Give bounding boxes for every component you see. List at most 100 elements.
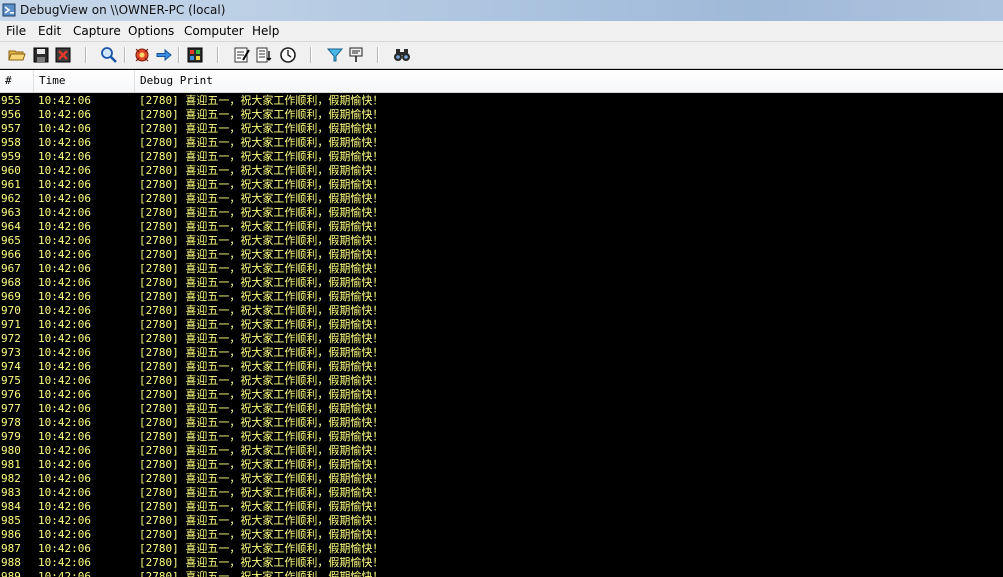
log-row-number: 972	[1, 332, 21, 345]
log-row[interactable]: 961 10:42:06 [2780] 喜迎五一，祝大家工作顺利，假期愉快！	[0, 178, 1003, 192]
log-row-message: [2780] 喜迎五一，祝大家工作顺利，假期愉快！	[139, 220, 384, 233]
toolbar-separator	[124, 47, 126, 63]
log-row[interactable]: 969 10:42:06 [2780] 喜迎五一，祝大家工作顺利，假期愉快！	[0, 290, 1003, 304]
log-row-message: [2780] 喜迎五一，祝大家工作顺利，假期愉快！	[139, 472, 384, 485]
clock-button[interactable]	[185, 45, 205, 65]
menu-file[interactable]: File	[5, 23, 27, 39]
log-row-message: [2780] 喜迎五一，祝大家工作顺利，假期愉快！	[139, 528, 384, 541]
log-row[interactable]: 967 10:42:06 [2780] 喜迎五一，祝大家工作顺利，假期愉快！	[0, 262, 1003, 276]
column-header-number[interactable]: #	[0, 70, 34, 92]
debugview-app-icon[interactable]	[2, 3, 16, 17]
menu-capture[interactable]: Capture	[72, 23, 122, 39]
log-row[interactable]: 983 10:42:06 [2780] 喜迎五一，祝大家工作顺利，假期愉快！	[0, 486, 1003, 500]
log-row[interactable]: 973 10:42:06 [2780] 喜迎五一，祝大家工作顺利，假期愉快！	[0, 346, 1003, 360]
debug-output-list[interactable]: 955 10:42:06 [2780] 喜迎五一，祝大家工作顺利，假期愉快！ 956 1…	[0, 94, 1003, 577]
menu-computer[interactable]: Computer	[183, 23, 245, 39]
column-header-time[interactable]: Time	[34, 70, 135, 92]
menu-bar: File Edit Capture Options Computer Help	[0, 21, 1003, 42]
log-row-time: 10:42:06	[38, 122, 91, 135]
filter-highlight-button[interactable]	[325, 45, 345, 65]
find-next-button[interactable]	[392, 45, 412, 65]
log-row[interactable]: 975 10:42:06 [2780] 喜迎五一，祝大家工作顺利，假期愉快！	[0, 374, 1003, 388]
history-depth-button[interactable]	[278, 45, 298, 65]
log-row[interactable]: 960 10:42:06 [2780] 喜迎五一，祝大家工作顺利，假期愉快！	[0, 164, 1003, 178]
log-row[interactable]: 959 10:42:06 [2780] 喜迎五一，祝大家工作顺利，假期愉快！	[0, 150, 1003, 164]
log-row[interactable]: 985 10:42:06 [2780] 喜迎五一，祝大家工作顺利，假期愉快！	[0, 514, 1003, 528]
toolbar-separator	[85, 47, 87, 63]
column-header: # Time Debug Print	[0, 70, 1003, 93]
log-row-message: [2780] 喜迎五一，祝大家工作顺利，假期愉快！	[139, 444, 384, 457]
log-row[interactable]: 978 10:42:06 [2780] 喜迎五一，祝大家工作顺利，假期愉快！	[0, 416, 1003, 430]
clear-display-button[interactable]	[53, 45, 73, 65]
log-row-number: 964	[1, 220, 21, 233]
log-row-message: [2780] 喜迎五一，祝大家工作顺利，假期愉快！	[139, 192, 384, 205]
log-row-number: 961	[1, 178, 21, 191]
open-button[interactable]	[7, 45, 27, 65]
log-row-number: 965	[1, 234, 21, 247]
log-row[interactable]: 966 10:42:06 [2780] 喜迎五一，祝大家工作顺利，假期愉快！	[0, 248, 1003, 262]
save-icon	[33, 47, 49, 63]
log-row[interactable]: 977 10:42:06 [2780] 喜迎五一，祝大家工作顺利，假期愉快！	[0, 402, 1003, 416]
event-marker-button[interactable]	[346, 45, 366, 65]
log-row[interactable]: 988 10:42:06 [2780] 喜迎五一，祝大家工作顺利，假期愉快！	[0, 556, 1003, 570]
log-row[interactable]: 986 10:42:06 [2780] 喜迎五一，祝大家工作顺利，假期愉快！	[0, 528, 1003, 542]
log-row[interactable]: 974 10:42:06 [2780] 喜迎五一，祝大家工作顺利，假期愉快！	[0, 360, 1003, 374]
log-row-number: 984	[1, 500, 21, 513]
log-row[interactable]: 962 10:42:06 [2780] 喜迎五一，祝大家工作顺利，假期愉快！	[0, 192, 1003, 206]
menu-edit[interactable]: Edit	[37, 23, 62, 39]
open-icon	[8, 50, 26, 61]
log-row-number: 978	[1, 416, 21, 429]
log-row[interactable]: 971 10:42:06 [2780] 喜迎五一，祝大家工作顺利，假期愉快！	[0, 318, 1003, 332]
log-row[interactable]: 958 10:42:06 [2780] 喜迎五一，祝大家工作顺利，假期愉快！	[0, 136, 1003, 150]
log-row[interactable]: 984 10:42:06 [2780] 喜迎五一，祝大家工作顺利，假期愉快！	[0, 500, 1003, 514]
debugview-window: DebugView on \\OWNER-PC (local) File Edi…	[0, 0, 1003, 577]
log-row[interactable]: 979 10:42:06 [2780] 喜迎五一，祝大家工作顺利，假期愉快！	[0, 430, 1003, 444]
log-row-time: 10:42:06	[38, 136, 91, 149]
log-row[interactable]: 955 10:42:06 [2780] 喜迎五一，祝大家工作顺利，假期愉快！	[0, 94, 1003, 108]
log-row[interactable]: 968 10:42:06 [2780] 喜迎五一，祝大家工作顺利，假期愉快！	[0, 276, 1003, 290]
log-row[interactable]: 957 10:42:06 [2780] 喜迎五一，祝大家工作顺利，假期愉快！	[0, 122, 1003, 136]
log-row[interactable]: 972 10:42:06 [2780] 喜迎五一，祝大家工作顺利，假期愉快！	[0, 332, 1003, 346]
log-row[interactable]: 970 10:42:06 [2780] 喜迎五一，祝大家工作顺利，假期愉快！	[0, 304, 1003, 318]
log-row-time: 10:42:06	[38, 542, 91, 555]
log-row[interactable]: 956 10:42:06 [2780] 喜迎五一，祝大家工作顺利，假期愉快！	[0, 108, 1003, 122]
capture-button[interactable]	[132, 45, 152, 65]
column-header-debug-print[interactable]: Debug Print	[135, 70, 1003, 92]
find-button[interactable]	[99, 45, 119, 65]
filter-button[interactable]	[254, 45, 274, 65]
log-row-number: 955	[1, 94, 21, 107]
log-row[interactable]: 981 10:42:06 [2780] 喜迎五一，祝大家工作顺利，假期愉快！	[0, 458, 1003, 472]
log-row-message: [2780] 喜迎五一，祝大家工作顺利，假期愉快！	[139, 486, 384, 499]
log-row-time: 10:42:06	[38, 570, 91, 577]
log-row-number: 989	[1, 570, 21, 577]
log-row[interactable]: 980 10:42:06 [2780] 喜迎五一，祝大家工作顺利，假期愉快！	[0, 444, 1003, 458]
highlight-button[interactable]	[232, 45, 252, 65]
history-depth-icon	[280, 47, 296, 63]
filter-icon	[256, 47, 272, 63]
log-row-message: [2780] 喜迎五一，祝大家工作顺利，假期愉快！	[139, 290, 384, 303]
log-row-time: 10:42:06	[38, 416, 91, 429]
funnel-icon	[326, 48, 344, 62]
log-row-number: 979	[1, 430, 21, 443]
menu-help[interactable]: Help	[251, 23, 280, 39]
menu-options[interactable]: Options	[127, 23, 175, 39]
log-row[interactable]: 989 10:42:06 [2780] 喜迎五一，祝大家工作顺利，假期愉快！	[0, 570, 1003, 577]
log-row[interactable]: 963 10:42:06 [2780] 喜迎五一，祝大家工作顺利，假期愉快！	[0, 206, 1003, 220]
log-row-number: 971	[1, 318, 21, 331]
log-row[interactable]: 964 10:42:06 [2780] 喜迎五一，祝大家工作顺利，假期愉快！	[0, 220, 1003, 234]
log-row-time: 10:42:06	[38, 234, 91, 247]
title-bar[interactable]: DebugView on \\OWNER-PC (local)	[0, 0, 1003, 22]
save-button[interactable]	[31, 45, 51, 65]
log-row-message: [2780] 喜迎五一，祝大家工作顺利，假期愉快！	[139, 332, 384, 345]
log-row-number: 959	[1, 150, 21, 163]
log-row-number: 981	[1, 458, 21, 471]
log-row[interactable]: 976 10:42:06 [2780] 喜迎五一，祝大家工作顺利，假期愉快！	[0, 388, 1003, 402]
log-row-time: 10:42:06	[38, 304, 91, 317]
log-row-time: 10:42:06	[38, 444, 91, 457]
log-row[interactable]: 982 10:42:06 [2780] 喜迎五一，祝大家工作顺利，假期愉快！	[0, 472, 1003, 486]
log-row-message: [2780] 喜迎五一，祝大家工作顺利，假期愉快！	[139, 360, 384, 373]
log-row[interactable]: 965 10:42:06 [2780] 喜迎五一，祝大家工作顺利，假期愉快！	[0, 234, 1003, 248]
clock-icon	[187, 47, 203, 63]
autoscroll-button[interactable]	[154, 45, 174, 65]
log-row[interactable]: 987 10:42:06 [2780] 喜迎五一，祝大家工作顺利，假期愉快！	[0, 542, 1003, 556]
